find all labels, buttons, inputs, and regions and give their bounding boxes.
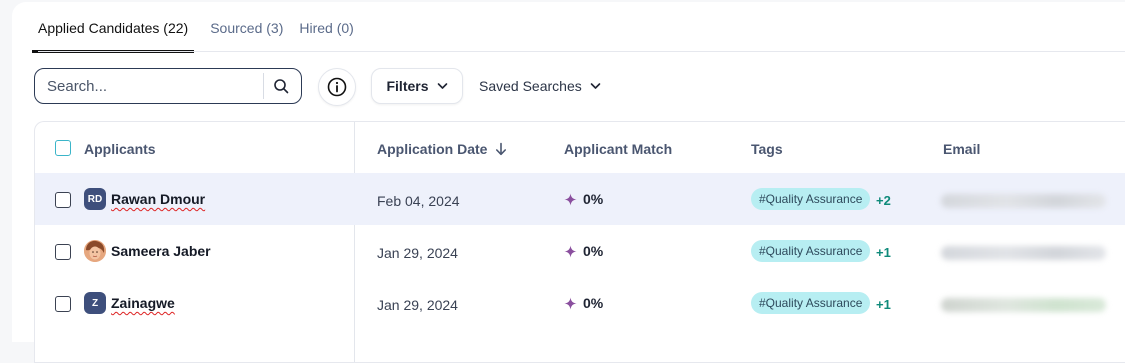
match-percentage: 0%: [583, 191, 604, 207]
search-icon: [274, 79, 289, 94]
saved-searches-label: Saved Searches: [479, 78, 582, 94]
row-checkbox[interactable]: [55, 244, 71, 260]
applicant-match: 0%: [564, 295, 603, 311]
email-redacted: [941, 246, 1106, 260]
candidates-table: Applicants Application Date Applicant Ma…: [34, 121, 1125, 363]
avatar: RD: [84, 188, 106, 210]
sparkle-icon: [564, 244, 577, 258]
applicant-name[interactable]: Zainagwe: [111, 295, 175, 311]
application-date: Jan 29, 2024: [377, 245, 458, 261]
profile-photo-icon: [84, 240, 106, 262]
header-tags[interactable]: Tags: [751, 141, 783, 157]
table-row[interactable]: RD Rawan Dmour Feb 04, 2024 0% #Quality …: [35, 173, 1125, 225]
search-button[interactable]: [264, 69, 298, 103]
tab-applied-candidates[interactable]: Applied Candidates (22): [32, 20, 195, 53]
applicant-name[interactable]: Sameera Jaber: [111, 243, 211, 259]
more-tags-count[interactable]: +1: [876, 245, 891, 260]
email-redacted: [941, 298, 1106, 312]
sparkle-icon: [564, 192, 577, 206]
applicant-match: 0%: [564, 243, 603, 259]
candidates-panel: Applied Candidates (22) Sourced (3) Hire…: [12, 2, 1125, 363]
row-checkbox[interactable]: [55, 296, 71, 312]
tabs-divider: [38, 51, 1125, 52]
sort-descending-icon: [496, 142, 507, 156]
table-row[interactable]: Sameera Jaber Jan 29, 2024 0% #Quality A…: [35, 225, 1125, 277]
applicant-match: 0%: [564, 191, 603, 207]
info-icon: [327, 77, 347, 97]
candidate-tabs: Applied Candidates (22) Sourced (3) Hire…: [32, 20, 370, 53]
select-all-checkbox[interactable]: [55, 140, 71, 156]
tab-hired[interactable]: Hired (0): [299, 20, 353, 53]
application-date: Jan 29, 2024: [377, 297, 458, 313]
filters-button[interactable]: Filters: [371, 68, 463, 104]
header-application-date-label: Application Date: [377, 141, 488, 157]
header-applicants[interactable]: Applicants: [84, 141, 156, 157]
avatar: Z: [84, 292, 106, 314]
email-redacted: [941, 194, 1106, 208]
info-button[interactable]: [318, 68, 356, 106]
search-input[interactable]: [45, 70, 263, 102]
avatar: [84, 240, 106, 262]
chevron-down-icon: [590, 83, 601, 89]
search-box: [34, 68, 302, 104]
header-email[interactable]: Email: [943, 141, 980, 157]
filters-label: Filters: [386, 78, 429, 94]
tag-badge[interactable]: #Quality Assurance: [751, 292, 871, 314]
match-percentage: 0%: [583, 243, 604, 259]
tag-badge[interactable]: #Quality Assurance: [751, 240, 871, 262]
header-application-date[interactable]: Application Date: [377, 141, 507, 157]
tab-sourced[interactable]: Sourced (3): [210, 20, 283, 53]
more-tags-count[interactable]: +1: [876, 297, 891, 312]
header-applicant-match[interactable]: Applicant Match: [564, 141, 672, 157]
match-percentage: 0%: [583, 295, 604, 311]
tag-badge[interactable]: #Quality Assurance: [751, 188, 871, 210]
row-checkbox[interactable]: [55, 192, 71, 208]
applicant-name[interactable]: Rawan Dmour: [111, 191, 205, 207]
sparkle-icon: [564, 296, 577, 310]
saved-searches-dropdown[interactable]: Saved Searches: [479, 68, 601, 104]
more-tags-count[interactable]: +2: [876, 193, 891, 208]
chevron-down-icon: [437, 83, 447, 89]
application-date: Feb 04, 2024: [377, 193, 460, 209]
table-row[interactable]: Z Zainagwe Jan 29, 2024 0% #Quality Assu…: [35, 277, 1125, 329]
